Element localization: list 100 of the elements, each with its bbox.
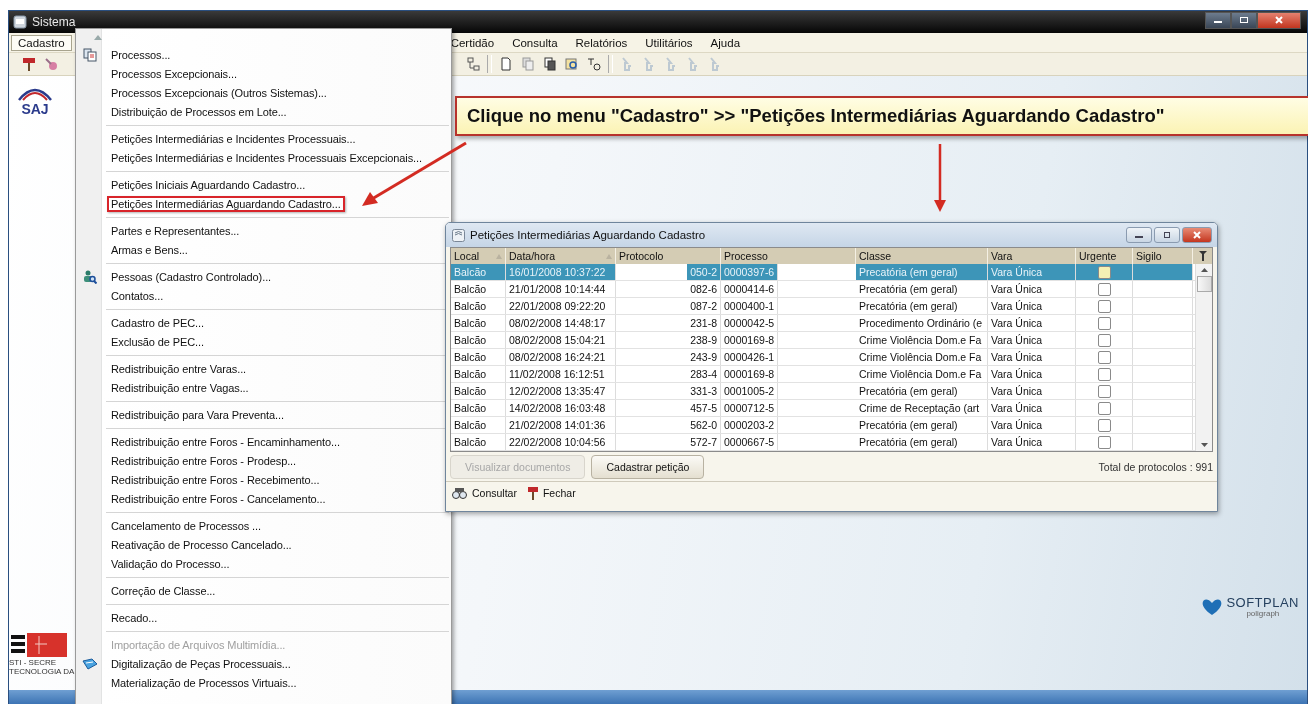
binoculars-icon bbox=[452, 486, 468, 500]
table-row[interactable]: Balcão 11/02/2008 16:12:51 283-4 0000169-8 Crime Violência Dom.e Fa Vara Única bbox=[451, 366, 1195, 383]
table-cell: 21/01/2008 10:14:44 bbox=[506, 281, 616, 297]
menu-item[interactable]: Petições Intermediárias e Incidentes Processuais... bbox=[76, 129, 451, 148]
checkbox[interactable] bbox=[1097, 350, 1111, 364]
menu-item[interactable]: Processos Excepcionais... bbox=[76, 64, 451, 83]
table-row[interactable]: Balcão 08/02/2008 14:48:17 231-8 0000042-5 Procedimento Ordinário (e Vara Única bbox=[451, 315, 1195, 332]
table-cell: Precatória (em geral) bbox=[856, 383, 988, 399]
checkbox[interactable] bbox=[1097, 333, 1111, 347]
table-row[interactable]: Balcão 21/02/2008 14:01:36 562-0 0000203-2 Precatória (em geral) Vara Única bbox=[451, 417, 1195, 434]
search-icon[interactable] bbox=[564, 56, 580, 72]
minimize-button[interactable] bbox=[1205, 11, 1231, 29]
table-cell: 16/01/2008 10:37:22 bbox=[506, 264, 616, 280]
menu-item[interactable]: Reativação de Processo Cancelado... bbox=[76, 535, 451, 554]
table-row[interactable]: Balcão 08/02/2008 16:24:21 243-9 0000426-1 Crime Violência Dom.e Fa Vara Única bbox=[451, 349, 1195, 366]
menu-item[interactable]: Recado... bbox=[76, 608, 451, 627]
documents-icon bbox=[83, 47, 97, 62]
footer-button[interactable]: Consultar bbox=[452, 486, 517, 500]
menu-item[interactable]: Cancelamento de Processos ... bbox=[76, 516, 451, 535]
documents-icon[interactable] bbox=[542, 56, 558, 72]
table-cell: Crime Violência Dom.e Fa bbox=[856, 332, 988, 348]
maximize-button[interactable] bbox=[1231, 11, 1257, 29]
menu-bar-item[interactable]: Utilitários bbox=[638, 34, 700, 51]
maximize-icon bbox=[1239, 16, 1249, 24]
menu-bar-item[interactable]: Cadastro bbox=[11, 34, 72, 51]
menu-item[interactable]: Distribuição de Processos em Lote... bbox=[76, 102, 451, 121]
checkbox[interactable] bbox=[1097, 435, 1111, 449]
checkbox[interactable] bbox=[1097, 384, 1111, 398]
table-row[interactable]: Balcão 08/02/2008 15:04:21 238-9 0000169-8 Crime Violência Dom.e Fa Vara Única bbox=[451, 332, 1195, 349]
checkbox[interactable] bbox=[1097, 401, 1111, 415]
scroll-down-icon[interactable] bbox=[1200, 443, 1208, 447]
table-row[interactable]: Balcão 12/02/2008 13:35:47 331-3 0001005-2 Precatória (em geral) Vara Única bbox=[451, 383, 1195, 400]
checkbox[interactable] bbox=[1097, 299, 1111, 313]
table-cell: 0000169-8 bbox=[721, 332, 779, 348]
menu-item[interactable]: Petições Iniciais Aguardando Cadastro... bbox=[76, 175, 451, 194]
table-cell: 087-2 bbox=[687, 298, 721, 314]
close-button[interactable] bbox=[1257, 11, 1301, 29]
menu-item[interactable]: Digitalização de Peças Processuais... bbox=[76, 654, 451, 673]
table-cell: 0000400-1 bbox=[721, 298, 779, 314]
checkbox[interactable] bbox=[1097, 367, 1111, 381]
footer-button[interactable]: Fechar bbox=[526, 486, 576, 500]
table-cell: Balcão bbox=[451, 366, 506, 382]
table-cell: 08/02/2008 15:04:21 bbox=[506, 332, 616, 348]
table-cell: Balcão bbox=[451, 349, 506, 365]
table-cell: Balcão bbox=[451, 281, 506, 297]
checkbox[interactable] bbox=[1097, 418, 1111, 432]
table-cell: Balcão bbox=[451, 417, 506, 433]
document-icon[interactable] bbox=[498, 56, 514, 72]
table-cell: Precatória (em geral) bbox=[856, 417, 988, 433]
table-cell: Vara Única bbox=[988, 264, 1076, 280]
scroll-up-icon[interactable] bbox=[1200, 268, 1208, 272]
table-row[interactable]: Balcão 22/01/2008 09:22:20 087-2 0000400-1 Precatória (em geral) Vara Única bbox=[451, 298, 1195, 315]
menu-item[interactable]: Petições Intermediárias e Incidentes Processuais Excepcionais... bbox=[76, 148, 451, 167]
table-cell: Balcão bbox=[451, 383, 506, 399]
table-cell: Crime Violência Dom.e Fa bbox=[856, 366, 988, 382]
scroll-thumb[interactable] bbox=[1196, 276, 1212, 292]
sort-icon bbox=[606, 253, 612, 259]
menu-item[interactable]: Correção de Classe... bbox=[76, 581, 451, 600]
checkbox[interactable] bbox=[1097, 265, 1111, 279]
table-cell: 14/02/2008 16:03:48 bbox=[506, 400, 616, 416]
menu-item[interactable]: Processos Excepcionais (Outros Sistemas)... bbox=[76, 83, 451, 102]
table-row[interactable]: Balcão 22/02/2008 10:04:56 572-7 0000667-5 Precatória (em geral) Vara Única bbox=[451, 434, 1195, 451]
maximize-button[interactable] bbox=[1154, 227, 1180, 243]
logo-text: STI - SECRE bbox=[9, 658, 57, 667]
dialog-title: Petições Intermediárias Aguardando Cadastro bbox=[470, 229, 706, 241]
table-cell: 562-0 bbox=[687, 417, 721, 433]
menu-item[interactable]: Materialização de Processos Virtuais... bbox=[76, 673, 451, 692]
hierarchy-icon[interactable] bbox=[467, 56, 481, 72]
total-count: Total de protocolos : 991 bbox=[1098, 460, 1213, 473]
table-cell: Crime de Receptação (art bbox=[856, 400, 988, 416]
table-cell: 0000414-6 bbox=[721, 281, 779, 297]
table-row[interactable]: Balcão 21/01/2008 10:14:44 082-6 0000414-6 Precatória (em geral) Vara Única bbox=[451, 281, 1195, 298]
close-button[interactable] bbox=[1182, 227, 1212, 243]
table-row[interactable]: Balcão 14/02/2008 16:03:48 457-5 0000712-5 Crime de Receptação (art Vara Única bbox=[451, 400, 1195, 417]
checkbox[interactable] bbox=[1097, 316, 1111, 330]
push-button[interactable]: Cadastrar petição bbox=[591, 454, 705, 479]
table-cell: Vara Única bbox=[988, 434, 1076, 450]
menu-bar-item[interactable]: Relatórios bbox=[568, 34, 635, 51]
table-cell: 457-5 bbox=[687, 400, 721, 416]
table-cell: 21/02/2008 14:01:36 bbox=[506, 417, 616, 433]
table-cell: 08/02/2008 14:48:17 bbox=[506, 315, 616, 331]
minimize-button[interactable] bbox=[1126, 227, 1152, 243]
menu-bar-item[interactable]: Ajuda bbox=[703, 34, 748, 51]
maximize-icon bbox=[1162, 231, 1172, 239]
menu-bar-item[interactable]: Consulta bbox=[505, 34, 565, 51]
table-cell: 0000397-6 bbox=[721, 264, 779, 280]
table-cell: Balcão bbox=[451, 264, 506, 280]
filter-icon[interactable] bbox=[1198, 251, 1207, 261]
scanner-icon bbox=[82, 657, 98, 670]
table-cell: Vara Única bbox=[988, 349, 1076, 365]
logo-text: TECNOLOGIA DA bbox=[9, 667, 75, 676]
table-cell: 283-4 bbox=[687, 366, 721, 382]
checkbox[interactable] bbox=[1097, 282, 1111, 296]
signpost-icon[interactable] bbox=[21, 56, 37, 72]
table-cell: Crime Violência Dom.e Fa bbox=[856, 349, 988, 365]
table-cell: 0000042-5 bbox=[721, 315, 779, 331]
table-cell: Vara Única bbox=[988, 315, 1076, 331]
scrollbar[interactable] bbox=[1195, 264, 1212, 451]
menu-item[interactable]: Validação do Processo... bbox=[76, 554, 451, 573]
table-cell: Balcão bbox=[451, 332, 506, 348]
